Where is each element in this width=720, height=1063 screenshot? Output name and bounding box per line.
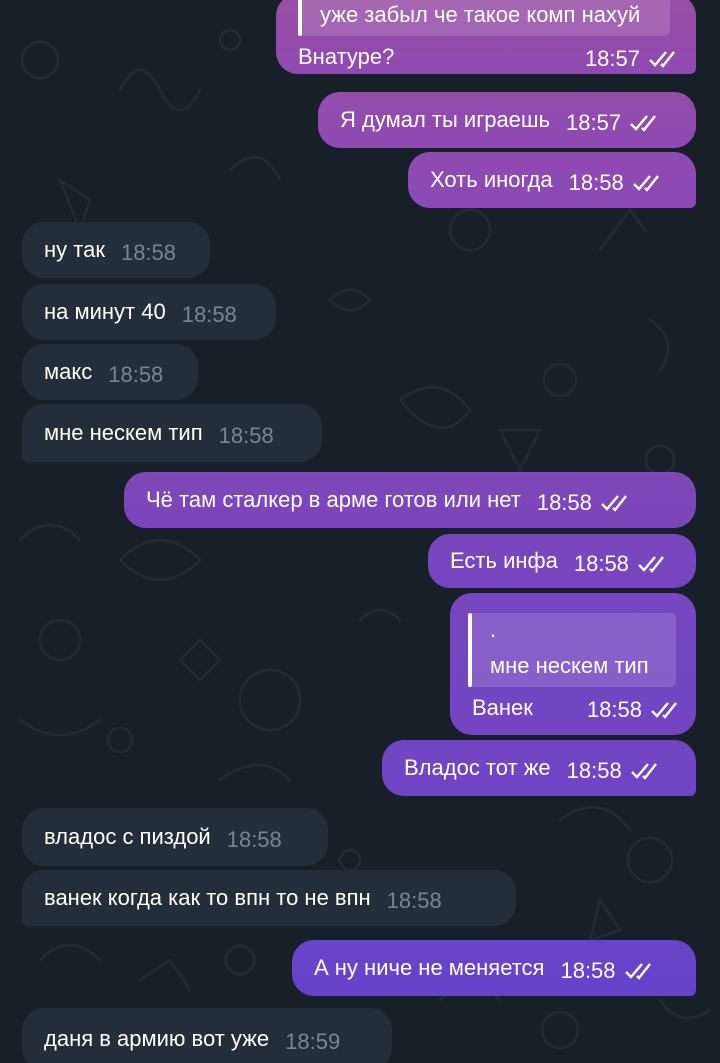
quote-bar	[298, 0, 302, 36]
message-time: 18:59	[285, 1029, 341, 1054]
quote-text: мне нескем тип	[490, 653, 649, 678]
reply-quote[interactable]: уже забыл че такое комп нахуй	[298, 0, 670, 36]
message-text: Ванек	[472, 695, 533, 720]
read-double-check-icon	[632, 173, 664, 193]
read-double-check-icon	[629, 113, 661, 133]
message-time: 18:58	[536, 490, 592, 515]
reply-quote[interactable]: . мне нескем тип	[468, 613, 676, 687]
message-outgoing[interactable]: А ну ниче не меняется 18:58	[292, 940, 696, 996]
quote-sender: .	[490, 617, 497, 642]
message-text: Есть инфа	[450, 548, 558, 573]
message-text: Я думал ты играешь	[340, 107, 551, 132]
message-text: А ну ниче не меняется	[314, 955, 545, 980]
message-outgoing[interactable]: Есть инфа 18:58	[428, 534, 696, 588]
message-time: 18:58	[568, 170, 624, 195]
message-text: Внатуре?	[298, 44, 395, 69]
message-time: 18:58	[573, 551, 629, 576]
message-text: мне нескем тип	[44, 420, 203, 445]
message-incoming[interactable]: владос с пиздой 18:58	[22, 808, 328, 866]
read-double-check-icon	[637, 554, 669, 574]
message-text: Владос тот же	[404, 755, 551, 780]
message-text: макс	[44, 359, 93, 384]
message-incoming[interactable]: мне нескем тип 18:58	[22, 404, 322, 462]
message-incoming[interactable]: ну так 18:58	[22, 222, 210, 278]
chat-view[interactable]: уже забыл че такое комп нахуй Внатуре? 1…	[0, 0, 720, 1063]
message-time: 18:58	[560, 958, 616, 983]
message-time: 18:58	[386, 888, 442, 913]
message-time: 18:58	[120, 240, 177, 265]
message-outgoing[interactable]: Чё там сталкер в арме готов или нет 18:5…	[124, 472, 696, 528]
message-time: 18:57	[584, 46, 640, 71]
message-time: 18:58	[218, 423, 274, 448]
message-incoming[interactable]: ванек когда как то впн то не впн 18:58	[22, 870, 516, 926]
read-double-check-icon	[650, 700, 682, 720]
message-outgoing[interactable]: Хоть иногда 18:58	[408, 152, 696, 208]
message-time: 18:58	[181, 302, 237, 327]
message-time: 18:58	[566, 758, 622, 783]
message-text: Хоть иногда	[430, 167, 553, 192]
message-text: даня в армию вот уже	[44, 1026, 270, 1051]
message-incoming[interactable]: на минут 40 18:58	[22, 284, 276, 340]
message-time: 18:57	[566, 110, 622, 135]
message-text: Чё там сталкер в арме готов или нет	[146, 487, 521, 512]
message-outgoing[interactable]: Я думал ты играешь 18:57	[318, 92, 696, 148]
read-double-check-icon	[600, 493, 632, 513]
message-outgoing[interactable]: . мне нескем тип Ванек 18:58	[450, 593, 696, 735]
quote-text: уже забыл че такое комп нахуй	[320, 2, 641, 27]
message-time: 18:58	[586, 697, 642, 722]
message-text: ну так	[44, 237, 105, 262]
message-outgoing[interactable]: Владос тот же 18:58	[382, 740, 696, 796]
quote-bar	[468, 613, 472, 687]
message-text: ванек когда как то впн то не впн	[44, 885, 371, 910]
read-double-check-icon	[624, 961, 656, 981]
message-text: на минут 40	[44, 299, 166, 324]
message-incoming[interactable]: даня в армию вот уже 18:59	[22, 1008, 392, 1063]
read-double-check-icon	[630, 761, 662, 781]
message-time: 18:58	[226, 827, 282, 852]
message-outgoing[interactable]: уже забыл че такое комп нахуй Внатуре? 1…	[276, 0, 696, 74]
read-double-check-icon	[648, 49, 680, 69]
message-time: 18:58	[108, 362, 164, 387]
message-incoming[interactable]: макс 18:58	[22, 344, 198, 400]
message-text: владос с пиздой	[44, 824, 211, 849]
